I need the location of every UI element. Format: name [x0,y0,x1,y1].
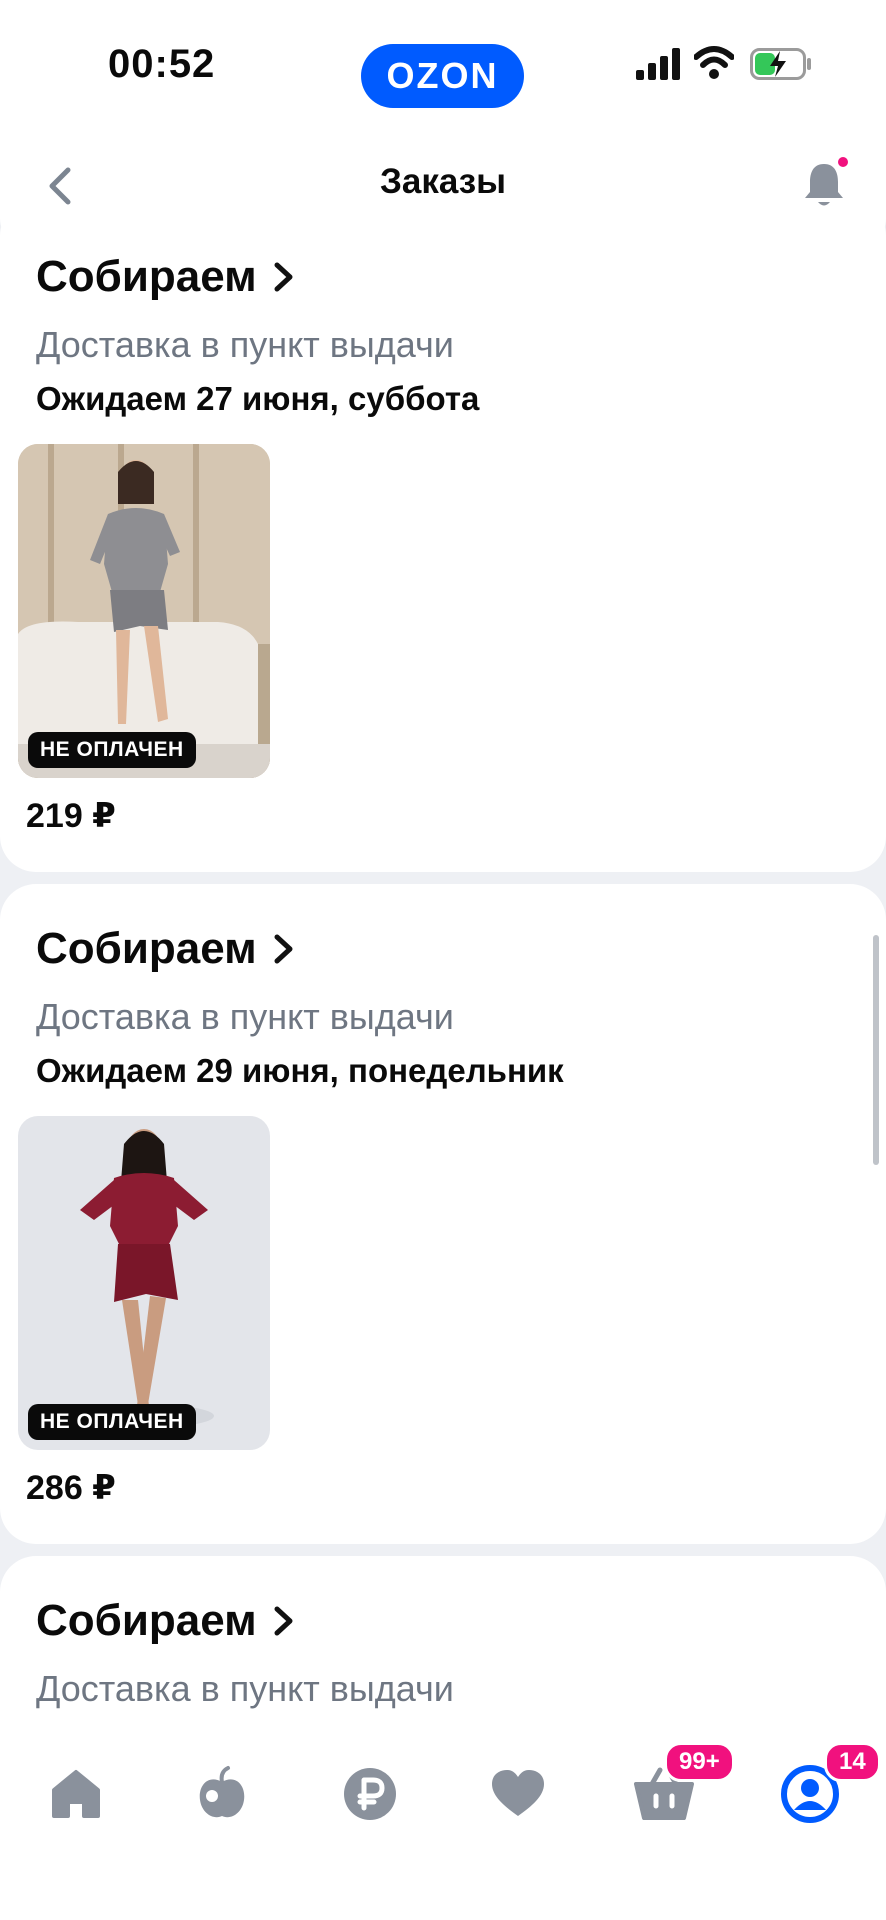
order-status: Собираем [36,252,257,301]
profile-count-badge: 14 [824,1742,881,1782]
home-icon[interactable] [44,1762,108,1826]
order-card[interactable]: Собираем Доставка в пункт выдачи Ожидаем… [0,200,886,872]
bell-icon[interactable] [800,156,848,212]
product-photo [18,1116,270,1450]
chevron-right-icon [274,934,293,964]
order-status: Собираем [36,1596,257,1645]
order-price: 219 ₽ [26,797,116,835]
battery-charging-icon [750,48,811,80]
heart-icon[interactable] [486,1762,550,1826]
cellular-signal-icon [636,48,680,80]
chevron-right-icon [274,262,293,292]
unpaid-badge: НЕ ОПЛАЧЕН [28,732,196,768]
clock: 00:52 [108,42,216,86]
scrollbar[interactable] [873,935,879,1165]
delivery-method: Доставка в пункт выдачи [36,324,454,365]
order-status-link[interactable]: Собираем [36,1596,297,1646]
unpaid-badge: НЕ ОПЛАЧЕН [28,1404,196,1440]
cart-count-badge: 99+ [664,1742,735,1782]
order-card[interactable]: Собираем Доставка в пункт выдачи Ожидаем… [0,884,886,1544]
delivery-method: Доставка в пункт выдачи [36,1668,454,1709]
fresh-icon[interactable] [190,1762,254,1826]
wifi-icon [694,46,734,79]
order-status-link[interactable]: Собираем [36,924,297,974]
product-thumbnail[interactable]: НЕ ОПЛАЧЕН [18,444,270,778]
page-title: Заказы [379,162,507,201]
ruble-icon[interactable] [338,1762,402,1826]
order-price: 286 ₽ [26,1469,116,1507]
bottom-tab-bar: 99+ 14 [0,1730,886,1920]
expected-date: Ожидаем 29 июня, понедельник [36,1052,564,1089]
product-thumbnail[interactable]: НЕ ОПЛАЧЕН [18,1116,270,1450]
expected-date: Ожидаем 27 июня, суббота [36,380,480,417]
ozon-logo: OZON [361,44,524,108]
delivery-method: Доставка в пункт выдачи [36,996,454,1037]
top-header: Заказы [0,140,886,250]
status-bar: 00:52 OZON [0,0,886,140]
order-status-link[interactable]: Собираем [36,252,297,302]
product-photo [18,444,270,778]
order-status: Собираем [36,924,257,973]
chevron-right-icon [274,1606,293,1636]
